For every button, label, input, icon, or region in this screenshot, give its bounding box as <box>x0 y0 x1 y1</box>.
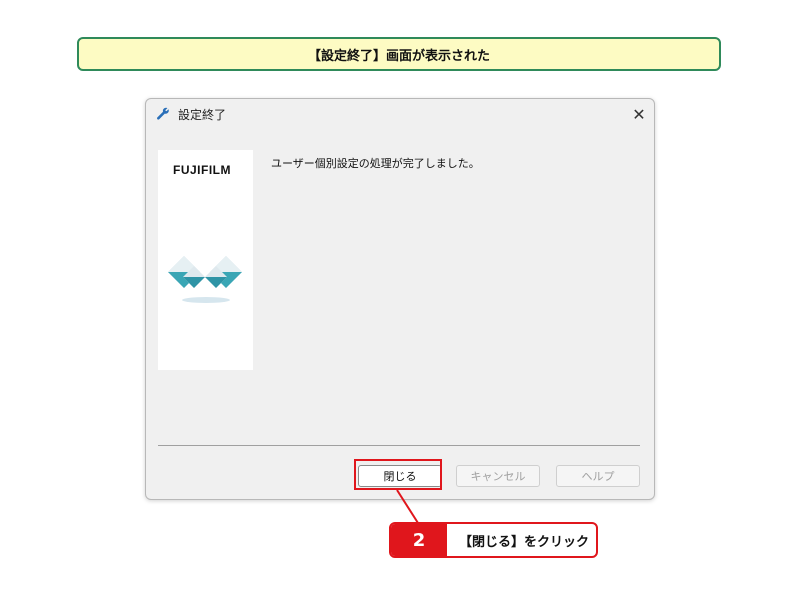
callout-connector <box>396 489 419 524</box>
instruction-page: 【設定終了】画面が表示された 設定終了 ✕ FUJIFILM ユーザー個別設定の… <box>0 0 800 600</box>
step-callout: 2 【閉じる】をクリック <box>389 522 598 558</box>
step-number: 2 <box>391 524 447 556</box>
step-instruction: 【閉じる】をクリック <box>459 534 590 550</box>
